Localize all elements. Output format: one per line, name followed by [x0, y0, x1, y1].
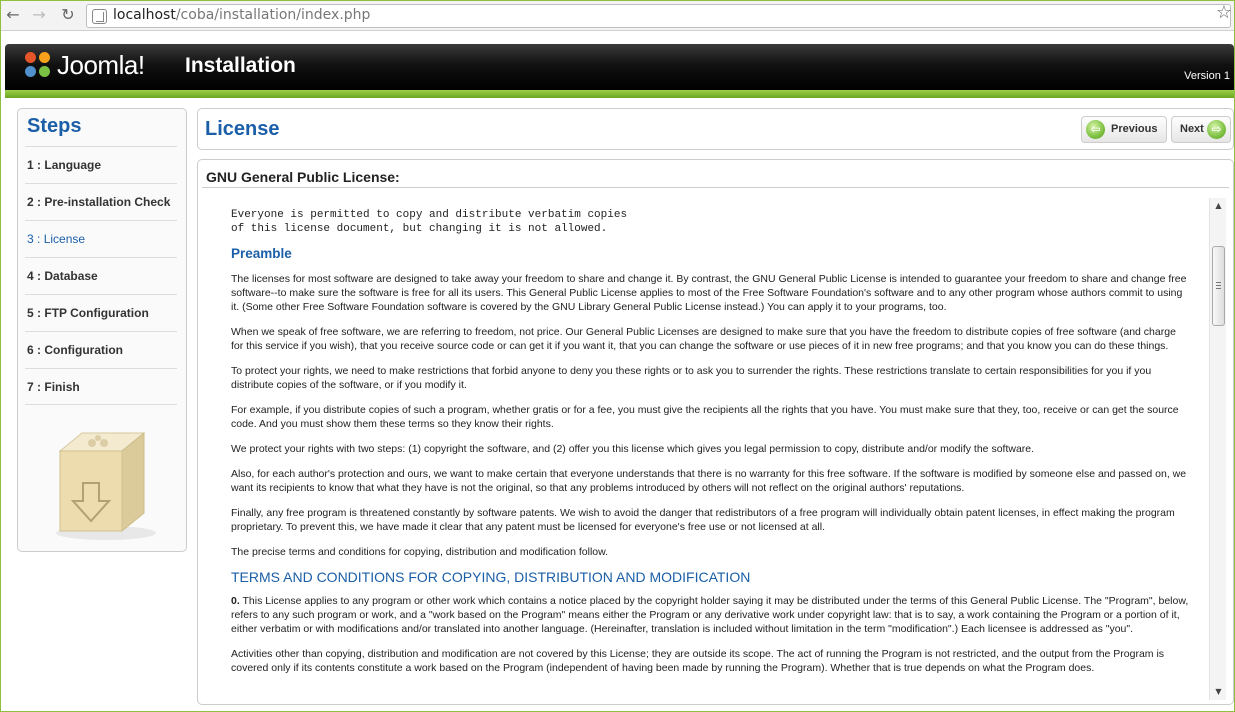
divider: [202, 187, 1229, 188]
previous-label: Previous: [1111, 123, 1158, 135]
next-label: Next: [1180, 123, 1204, 135]
license-paragraph: The licenses for most software are desig…: [231, 273, 1187, 313]
steps-title: Steps: [27, 115, 82, 137]
license-paragraph: 0. This License applies to any program o…: [231, 594, 1189, 636]
forward-arrow-icon[interactable]: →: [29, 5, 49, 25]
step-label: Configuration: [44, 343, 124, 357]
license-paragraph: We protect your rights with two steps: (…: [231, 443, 1035, 455]
bookmark-star-icon[interactable]: ☆: [1216, 2, 1232, 23]
url-path: /coba/installation/index.php: [175, 7, 371, 23]
joomla-logo-text: Joomla!: [57, 50, 145, 80]
step-database: 4 : Database: [25, 257, 177, 294]
version-label: Version 1: [1184, 70, 1230, 82]
page-icon: [92, 9, 107, 24]
step-number: 7 :: [27, 380, 42, 394]
term-number: 0.: [231, 595, 240, 607]
step-label: License: [43, 232, 86, 246]
steps-list: 1 : Language 2 : Pre-installation Check …: [25, 146, 177, 405]
scrollbar-thumb[interactable]: [1212, 246, 1225, 326]
arrow-left-icon: ⇦: [1086, 120, 1105, 139]
joomla-logo-icon: [23, 50, 53, 80]
preamble-heading: Preamble: [231, 246, 292, 261]
step-label: Language: [44, 158, 102, 172]
term-text: This License applies to any program or o…: [231, 595, 1189, 635]
step-ftp-configuration: 5 : FTP Configuration: [25, 294, 177, 331]
step-label: Pre-installation Check: [44, 195, 171, 209]
address-bar[interactable]: localhost/coba/installation/index.php: [86, 4, 1231, 28]
step-number: 4 :: [27, 269, 42, 283]
page-title: Installation: [185, 54, 296, 77]
arrow-right-icon: ⇨: [1207, 120, 1226, 139]
step-license: 3 : License: [25, 220, 177, 257]
license-paragraph: The precise terms and conditions for cop…: [231, 546, 609, 558]
joomla-header: Joomla! Installation Version 1: [5, 44, 1234, 90]
license-text-area[interactable]: Everyone is permitted to copy and distri…: [231, 200, 1189, 700]
url-host: localhost: [113, 7, 176, 23]
license-paragraph: To protect your rights, we need to make …: [231, 365, 1152, 391]
step-label: Finish: [44, 380, 80, 394]
license-paragraph: Activities other than copying, distribut…: [231, 648, 1165, 674]
step-label: Database: [44, 269, 98, 283]
license-notice-line: of this license document, but changing i…: [231, 223, 608, 235]
license-header-panel: License ⇦ Previous Next ⇨: [197, 108, 1234, 150]
step-label: FTP Configuration: [44, 306, 149, 320]
steps-sidebar: Steps 1 : Language 2 : Pre-installation …: [17, 108, 187, 552]
reload-icon[interactable]: ↻: [58, 5, 78, 25]
step-number: 1 :: [27, 158, 42, 172]
install-box-icon: [56, 431, 156, 540]
step-configuration: 6 : Configuration: [25, 331, 177, 368]
step-number: 6 :: [27, 343, 42, 357]
next-button[interactable]: Next ⇨: [1171, 116, 1231, 143]
license-notice-line: Everyone is permitted to copy and distri…: [231, 209, 628, 221]
license-paragraph: When we speak of free software, we are r…: [231, 326, 1176, 352]
grip-icon: [1216, 282, 1221, 289]
license-name: GNU General Public License:: [206, 169, 400, 185]
scroll-up-arrow-icon[interactable]: ▲: [1210, 198, 1227, 214]
vertical-scrollbar[interactable]: ▲ ▼: [1209, 198, 1226, 700]
step-language: 1 : Language: [25, 146, 177, 183]
step-finish: 7 : Finish: [25, 368, 177, 405]
license-paragraph: Finally, any free program is threatened …: [231, 507, 1175, 533]
step-pre-installation-check: 2 : Pre-installation Check: [25, 183, 177, 220]
url-text[interactable]: localhost/coba/installation/index.php: [113, 7, 370, 23]
header-divider: [5, 90, 1234, 98]
browser-toolbar: ← → ↻ localhost/coba/installation/index.…: [1, 1, 1234, 31]
step-number: 3 :: [27, 232, 41, 246]
terms-heading: TERMS AND CONDITIONS FOR COPYING, DISTRI…: [231, 569, 751, 585]
license-content-panel: GNU General Public License: Everyone is …: [197, 159, 1234, 705]
scroll-down-arrow-icon[interactable]: ▼: [1210, 684, 1227, 700]
previous-button[interactable]: ⇦ Previous: [1081, 116, 1167, 143]
license-paragraph: Also, for each author's protection and o…: [231, 468, 1187, 494]
step-number: 2 :: [27, 195, 42, 209]
license-paragraph: For example, if you distribute copies of…: [231, 404, 1179, 430]
back-arrow-icon[interactable]: ←: [3, 5, 23, 25]
step-number: 5 :: [27, 306, 42, 320]
section-title: License: [205, 118, 280, 140]
